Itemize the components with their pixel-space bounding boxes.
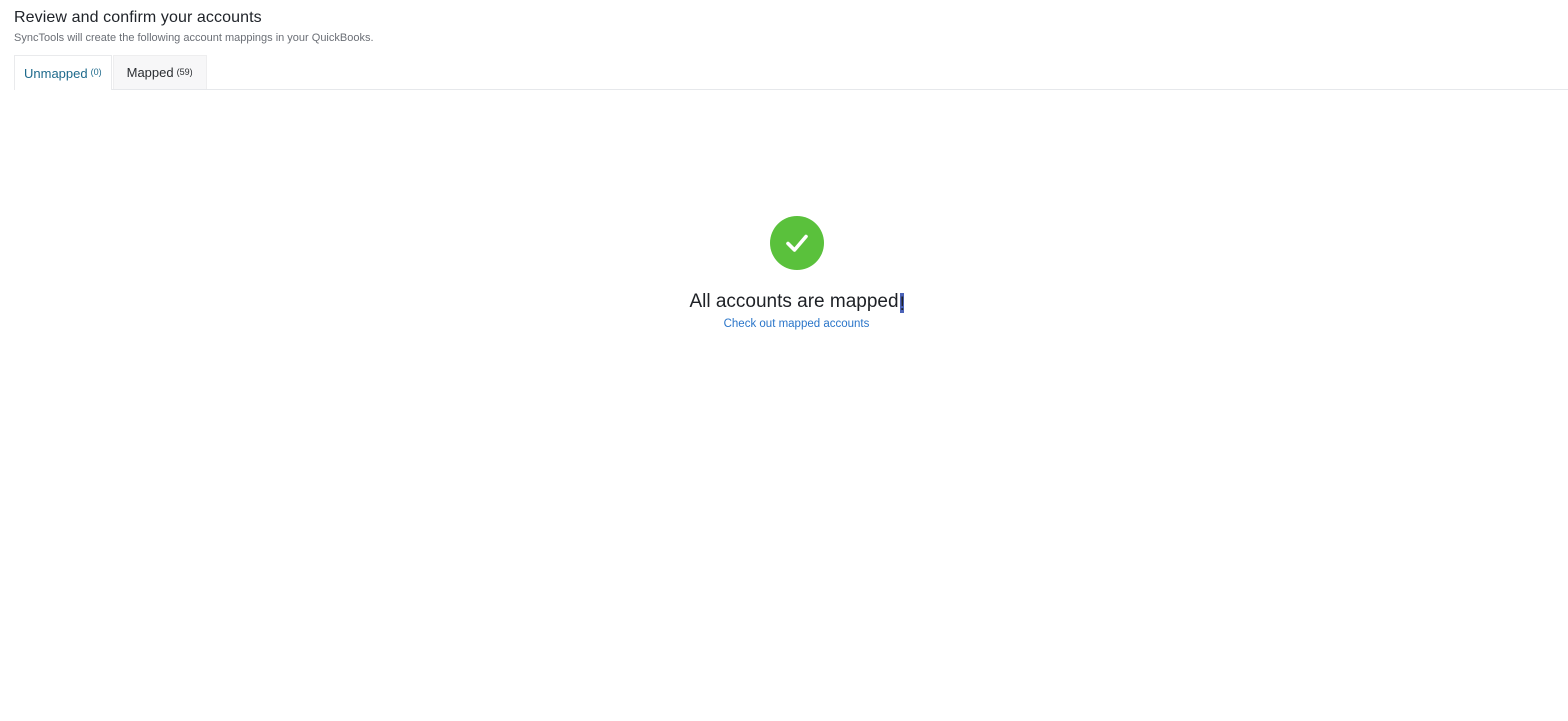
account-review-page: Review and confirm your accounts SyncToo…	[0, 0, 1568, 721]
tab-unmapped[interactable]: Unmapped (0)	[14, 55, 112, 90]
tab-unmapped-label: Unmapped	[24, 65, 88, 81]
tab-unmapped-count: (0)	[90, 67, 102, 77]
empty-state-title-text: All accounts are mapped	[689, 291, 899, 312]
tab-mapped-count: (59)	[176, 66, 193, 77]
checkmark-icon	[785, 234, 808, 252]
text-selection-highlight: !	[899, 293, 905, 315]
check-mapped-accounts-link[interactable]: Check out mapped accounts	[724, 318, 870, 330]
empty-state-title: All accounts are mapped!	[0, 290, 1568, 315]
page-title: Review and confirm your accounts	[14, 9, 262, 26]
mapping-tabs: Unmapped (0) Mapped (59)	[14, 55, 1568, 90]
empty-state: All accounts are mapped! Check out mappe…	[0, 216, 1568, 332]
tab-mapped[interactable]: Mapped (59)	[112, 55, 207, 89]
page-subtitle: SyncTools will create the following acco…	[14, 32, 374, 44]
tab-mapped-label: Mapped	[126, 65, 174, 80]
page-header: Review and confirm your accounts SyncToo…	[14, 8, 374, 45]
check-circle-icon	[769, 216, 824, 270]
